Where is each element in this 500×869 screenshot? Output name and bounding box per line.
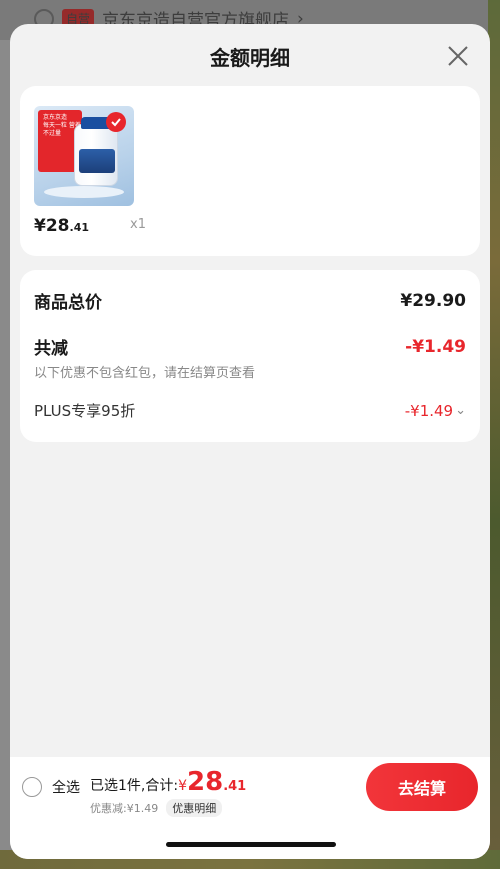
total-reduction-value: -¥1.49 bbox=[405, 336, 466, 357]
goods-total-label: 商品总价 bbox=[34, 293, 102, 313]
product-bottle-label bbox=[79, 149, 115, 173]
product-card: 京东京造 每天一粒 营养不过量 ¥28.41 x1 bbox=[20, 86, 480, 256]
plus-discount-row[interactable]: PLUS专享95折 -¥1.49 ⌄ bbox=[34, 400, 466, 421]
plus-discount-label: PLUS专享95折 bbox=[34, 402, 136, 420]
home-indicator[interactable] bbox=[166, 842, 336, 847]
product-price: ¥28.41 bbox=[34, 216, 90, 236]
select-all-radio[interactable] bbox=[22, 777, 42, 797]
select-all-label: 全选 bbox=[52, 780, 80, 796]
reduction-note: 以下优惠不包含红包，请在结算页查看 bbox=[34, 366, 256, 381]
total-amount-dec: .41 bbox=[223, 779, 247, 794]
discount-line: 优惠减:¥1.49 优惠明细 bbox=[90, 799, 223, 817]
discount-detail-button[interactable]: 优惠明细 bbox=[166, 799, 223, 817]
price-summary-card: 商品总价 ¥29.90 共减 -¥1.49 以下优惠不包含红包，请在结算页查看 … bbox=[20, 270, 480, 442]
checkout-button[interactable]: 去结算 bbox=[366, 763, 478, 811]
close-button[interactable] bbox=[442, 40, 474, 72]
sheet-header: 金额明细 bbox=[10, 24, 490, 88]
product-bottle bbox=[74, 117, 118, 186]
chevron-down-icon: ⌄ bbox=[455, 403, 466, 418]
check-icon bbox=[106, 112, 126, 132]
discount-amount: 优惠减:¥1.49 bbox=[90, 802, 159, 815]
product-image[interactable]: 京东京造 每天一粒 营养不过量 bbox=[34, 106, 134, 206]
total-amount-int: 28 bbox=[187, 767, 224, 797]
product-quantity: x1 bbox=[130, 217, 146, 232]
plus-discount-value[interactable]: -¥1.49 ⌄ bbox=[405, 402, 466, 420]
total-reduction-row: 共减 -¥1.49 bbox=[34, 334, 466, 360]
total-reduction-label: 共减 bbox=[34, 339, 68, 359]
total-currency: ¥ bbox=[178, 778, 187, 794]
goods-total-value: ¥29.90 bbox=[400, 290, 466, 311]
sheet-title: 金额明细 bbox=[210, 45, 290, 70]
goods-total-row: 商品总价 ¥29.90 bbox=[34, 288, 466, 314]
product-image-base bbox=[44, 186, 124, 198]
select-all-toggle[interactable]: 全选 bbox=[22, 777, 80, 797]
amount-detail-sheet: 金额明细 京东京造 每天一粒 营养不过量 ¥28.41 x1 商品总价 ¥29.… bbox=[10, 24, 490, 859]
selected-summary: 已选1件,合计: ¥ 28 .41 bbox=[90, 767, 246, 797]
selected-count-text: 已选1件,合计: bbox=[90, 778, 179, 794]
close-icon bbox=[448, 46, 468, 66]
